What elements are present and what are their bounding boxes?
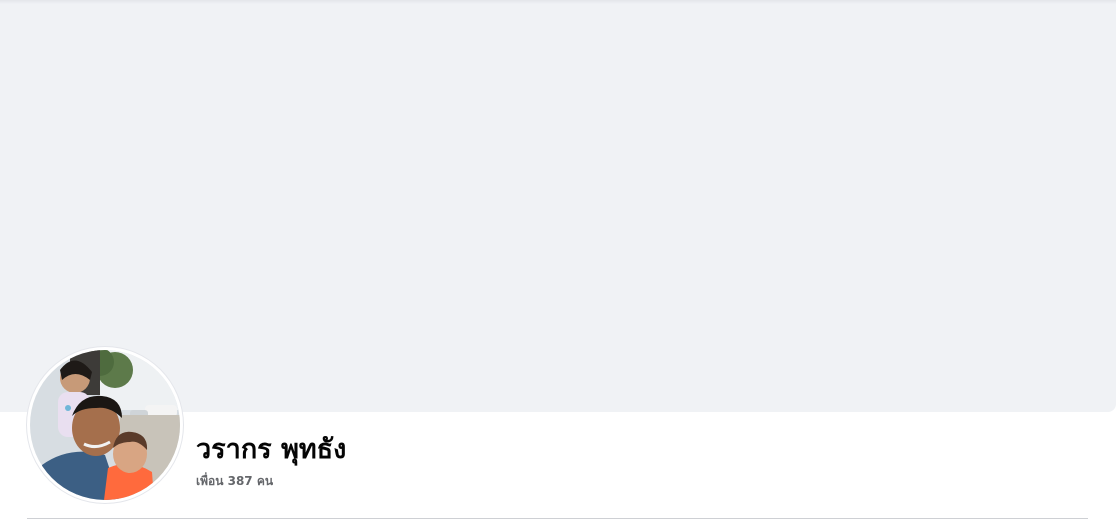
- avatar-photo: [30, 350, 180, 500]
- cover-photo[interactable]: [0, 0, 1116, 412]
- profile-name: วรากร พุทธัง: [196, 434, 347, 465]
- cover-top-shadow: [0, 0, 1116, 4]
- section-divider: [27, 518, 1088, 519]
- friends-count[interactable]: เพื่อน 387 คน: [196, 472, 273, 491]
- profile-avatar[interactable]: [27, 347, 183, 503]
- profile-page: วรากร พุทธัง เพื่อน 387 คน: [0, 0, 1120, 520]
